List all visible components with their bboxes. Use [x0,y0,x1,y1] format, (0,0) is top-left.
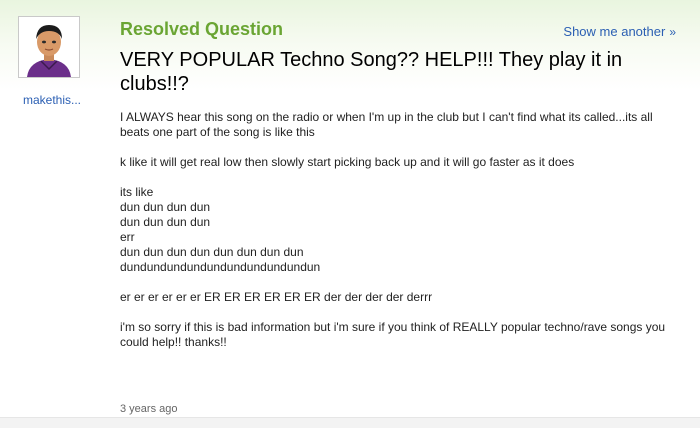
body-line: i'm so sorry if this is bad information … [120,320,666,349]
body-line: dundundundundundundundundundun [120,260,321,274]
avatar-icon [19,17,79,77]
body-line: dun dun dun dun [120,215,211,229]
body-paragraph: er er er er er er ER ER ER ER ER ER der … [120,290,685,305]
question-body: I ALWAYS hear this song on the radio or … [120,110,685,350]
body-paragraph: its like dun dun dun dun dun dun dun dun… [120,185,685,275]
body-line: k like it will get real low then slowly … [120,155,575,169]
body-line: dun dun dun dun [120,200,211,214]
body-paragraph: i'm so sorry if this is bad information … [120,320,685,350]
chevron-right-icon: » [669,25,676,39]
show-another-link[interactable]: Show me another» [563,24,676,39]
body-line: err [120,230,135,244]
body-paragraph: I ALWAYS hear this song on the radio or … [120,110,685,140]
timestamp: 3 years ago [120,403,178,415]
question-title: VERY POPULAR Techno Song?? HELP!!! They … [120,49,623,95]
body-line: dun dun dun dun dun dun dun dun [120,245,304,259]
avatar[interactable] [18,16,80,78]
body-paragraph: k like it will get real low then slowly … [120,155,685,170]
body-line: its like [120,185,154,199]
body-line: I ALWAYS hear this song on the radio or … [120,110,653,139]
question-panel: makethis... Resolved Question Show me an… [0,0,700,417]
status-title: Resolved Question [120,19,284,39]
body-line: er er er er er er ER ER ER ER ER ER der … [120,290,433,304]
username-link[interactable]: makethis... [12,93,92,107]
bottom-bar [0,417,700,428]
show-another-label: Show me another [563,24,666,39]
